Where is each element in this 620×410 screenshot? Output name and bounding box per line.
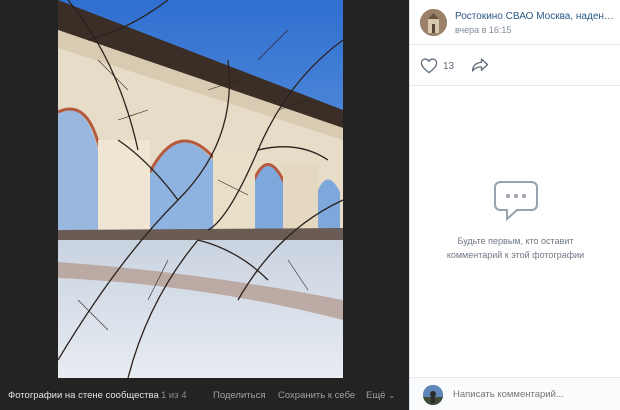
post-actions: 13 — [410, 46, 620, 86]
comments-empty-state: Будьте первым, кто оставит комментарий к… — [410, 180, 620, 262]
more-label: Ещё — [366, 390, 386, 401]
photo-viewer: Фотографии на стене сообщества 1 из 4 По… — [0, 0, 409, 410]
user-avatar[interactable] — [423, 385, 443, 405]
post-time[interactable]: вчера в 16:15 — [455, 25, 511, 35]
save-to-album-link[interactable]: Сохранить к себе — [278, 390, 355, 401]
comment-composer — [410, 377, 620, 410]
aqueduct-photo — [58, 0, 343, 378]
empty-comments-text: Будьте первым, кто оставит комментарий к… — [446, 236, 585, 260]
share-button[interactable] — [471, 57, 489, 78]
album-title[interactable]: Фотографии на стене сообщества — [8, 390, 159, 401]
like-count: 13 — [443, 60, 455, 72]
speech-bubble-icon — [493, 181, 538, 222]
viewer-bottom-bar: Фотографии на стене сообщества 1 из 4 По… — [0, 378, 409, 410]
community-avatar[interactable] — [420, 9, 447, 36]
heart-icon — [420, 58, 438, 74]
photo-counter: 1 из 4 — [161, 390, 187, 401]
more-menu[interactable]: Ещё ⌄ — [366, 390, 395, 401]
post-header: Ростокино СВАО Москва, надень ... вчера … — [410, 0, 620, 45]
post-author-link[interactable]: Ростокино СВАО Москва, надень ... — [455, 11, 615, 22]
side-panel: Ростокино СВАО Москва, надень ... вчера … — [409, 0, 620, 410]
like-button[interactable]: 13 — [420, 56, 454, 76]
user-photo-icon — [423, 385, 443, 405]
church-thumbnail-icon — [420, 9, 447, 36]
share-arrow-icon — [471, 58, 489, 72]
share-link[interactable]: Поделиться — [213, 390, 265, 401]
main-photo[interactable] — [58, 0, 343, 378]
chevron-down-icon: ⌄ — [388, 391, 396, 400]
comment-input[interactable] — [453, 389, 613, 400]
